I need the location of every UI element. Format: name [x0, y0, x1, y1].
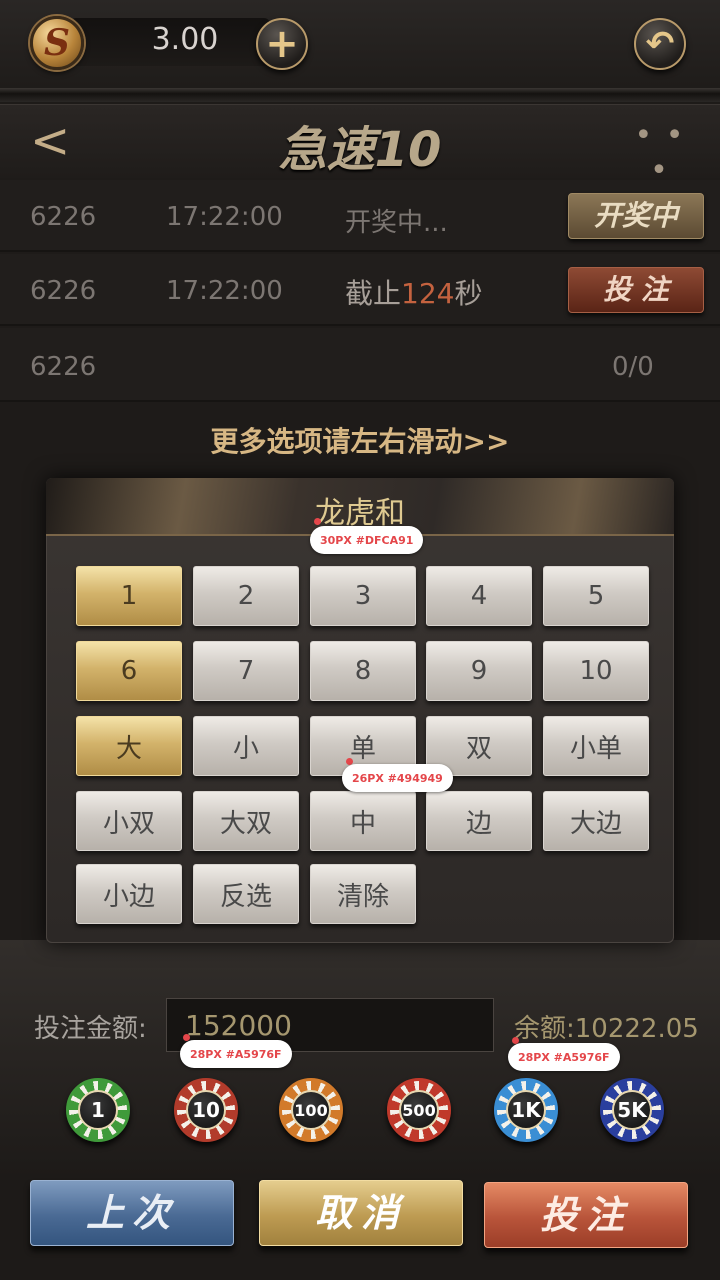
- add-funds-button[interactable]: +: [256, 18, 308, 70]
- chip-value: 1K: [506, 1090, 546, 1130]
- more-button[interactable]: • • •: [630, 118, 690, 188]
- bet-option[interactable]: 小: [193, 716, 299, 776]
- repeat-last-button[interactable]: 上次: [30, 1180, 234, 1246]
- bet-amount-label: 投注金额:: [34, 1014, 147, 1044]
- bet-option[interactable]: 小双: [76, 791, 182, 851]
- top-divider: [0, 88, 720, 102]
- return-icon: ↶: [645, 24, 675, 64]
- bet-option[interactable]: 小单: [543, 716, 649, 776]
- bet-option[interactable]: 4: [426, 566, 532, 626]
- chip-10-button[interactable]: 10: [174, 1078, 238, 1142]
- bet-option[interactable]: 5: [543, 566, 649, 626]
- draw-time: 17:22:00: [166, 202, 283, 232]
- return-button[interactable]: ↶: [634, 18, 686, 70]
- bet-count: 0/0: [612, 352, 654, 382]
- back-button[interactable]: <: [30, 116, 70, 166]
- coin-icon: S: [30, 16, 84, 70]
- draw-status: 开奖中...: [345, 208, 448, 238]
- countdown-prefix: 截止: [345, 277, 402, 310]
- bet-option[interactable]: 10: [543, 641, 649, 701]
- bet-option[interactable]: 边: [426, 791, 532, 851]
- cancel-button[interactable]: 取消: [259, 1180, 463, 1246]
- bet-option[interactable]: 大边: [543, 791, 649, 851]
- chip-value: 500: [399, 1090, 439, 1130]
- plus-icon: +: [265, 21, 299, 67]
- coin-glyph: S: [44, 22, 70, 64]
- chip-value: 100: [291, 1090, 331, 1130]
- option-spec-tag: 26PX #494949: [342, 764, 453, 792]
- chip-100-button[interactable]: 100: [279, 1078, 343, 1142]
- chip-1-button[interactable]: 1: [66, 1078, 130, 1142]
- chip-1k-button[interactable]: 1K: [494, 1078, 558, 1142]
- chip-value: 5K: [612, 1090, 652, 1130]
- page-title: 急速10: [278, 122, 442, 178]
- bet-option[interactable]: 清除: [310, 864, 416, 924]
- chip-500-button[interactable]: 500: [387, 1078, 451, 1142]
- input-spec-tag: 28PX #A5976F: [180, 1040, 292, 1068]
- bet-option[interactable]: 9: [426, 641, 532, 701]
- title-spec-tag: 30PX #DFCA91: [310, 526, 424, 554]
- countdown-value: 124: [401, 277, 455, 310]
- draw-time: 17:22:00: [166, 276, 283, 306]
- swipe-hint: 更多选项请左右滑动>>: [210, 425, 510, 458]
- balance-value: 3.00: [151, 22, 219, 57]
- bet-option[interactable]: 6: [76, 641, 182, 701]
- bet-option[interactable]: 小边: [76, 864, 182, 924]
- chevron-left-icon: <: [30, 113, 71, 169]
- bet-now-button[interactable]: 投 注: [568, 267, 704, 313]
- spec-marker: [314, 518, 321, 525]
- issue-number: 6226: [30, 202, 97, 232]
- chip-value: 10: [186, 1090, 226, 1130]
- bet-option[interactable]: 2: [193, 566, 299, 626]
- bet-option[interactable]: 大双: [193, 791, 299, 851]
- countdown-status: 截止124秒: [345, 272, 482, 312]
- bet-option[interactable]: 反选: [193, 864, 299, 924]
- bet-option[interactable]: 8: [310, 641, 416, 701]
- bet-option[interactable]: 1: [76, 566, 182, 626]
- chip-value: 1: [78, 1090, 118, 1130]
- panel-title: 龙虎和: [315, 496, 405, 531]
- drawing-button[interactable]: 开奖中: [568, 193, 704, 239]
- countdown-suffix: 秒: [454, 277, 483, 310]
- balance-spec-tag: 28PX #A5976F: [508, 1043, 620, 1071]
- bet-option[interactable]: 中: [310, 791, 416, 851]
- bet-option[interactable]: 大: [76, 716, 182, 776]
- remaining-balance: 余额:10222.05: [514, 1014, 699, 1044]
- issue-number: 6226: [30, 352, 97, 382]
- place-bet-button[interactable]: 投注: [484, 1182, 688, 1248]
- bet-option[interactable]: 7: [193, 641, 299, 701]
- bet-option[interactable]: 3: [310, 566, 416, 626]
- issue-number: 6226: [30, 276, 97, 306]
- chip-5k-button[interactable]: 5K: [600, 1078, 664, 1142]
